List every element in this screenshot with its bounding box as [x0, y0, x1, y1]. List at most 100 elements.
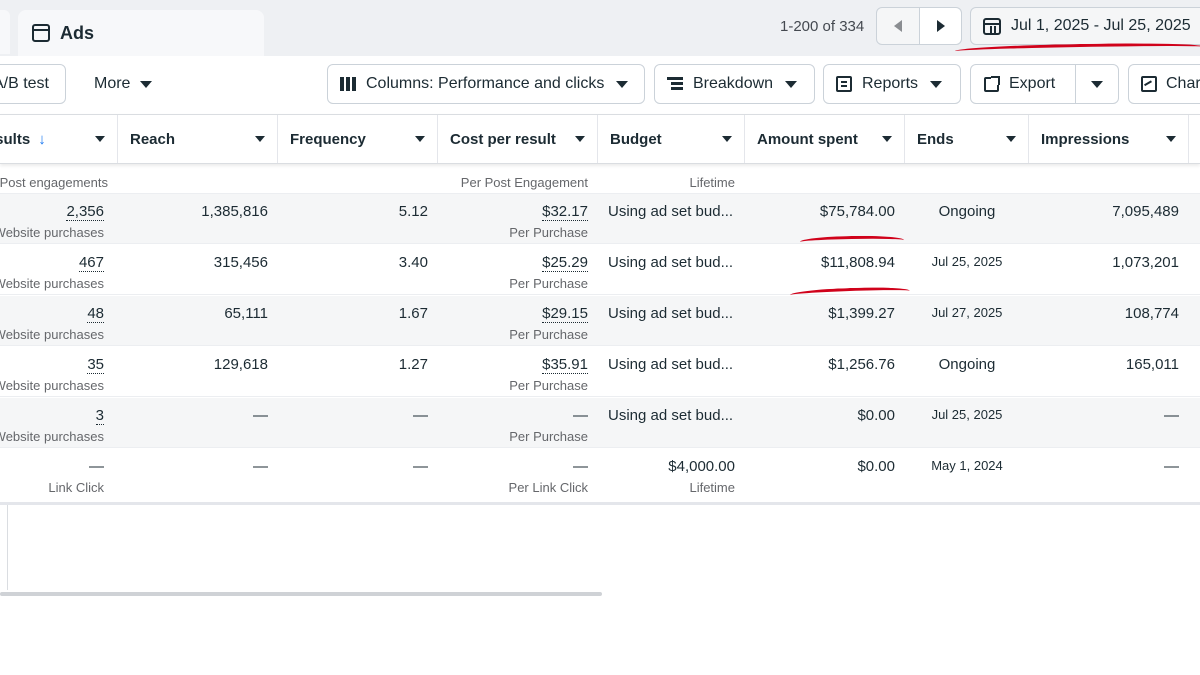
chevron-down-icon[interactable] [575, 136, 585, 142]
chevron-down-icon[interactable] [1166, 136, 1176, 142]
chevron-down-icon[interactable] [255, 136, 265, 142]
cell-cost-per-result: $25.29 Per Purchase [438, 245, 598, 295]
cost-subtext: Per Purchase [509, 429, 588, 444]
results-value[interactable]: 48 [87, 305, 104, 323]
cell-frequency: — [278, 398, 438, 448]
chevron-down-icon[interactable] [415, 136, 425, 142]
chevron-down-icon[interactable] [1006, 136, 1016, 142]
previous-page-button[interactable] [877, 8, 919, 44]
cost-value[interactable]: $25.29 [542, 254, 588, 272]
chevron-down-icon[interactable] [95, 136, 105, 142]
results-subtext: Website purchases [0, 276, 104, 291]
cell-ends: Jul 25, 2025 [905, 245, 1029, 295]
amount-spent-value: $1,399.27 [828, 305, 895, 322]
results-value[interactable]: 2,356 [66, 203, 104, 221]
calendar-icon [983, 17, 1001, 35]
reach-value: 1,385,816 [201, 203, 268, 220]
cost-value: — [573, 407, 588, 424]
impressions-value: 1,073,201 [1112, 254, 1179, 271]
export-dropdown-button[interactable] [1076, 65, 1118, 103]
columns-button[interactable]: Columns: Performance and clicks [327, 64, 645, 104]
horizontal-scrollbar[interactable] [0, 592, 602, 596]
previous-tab-edge[interactable] [0, 10, 10, 54]
sort-descending-icon: ↓ [38, 130, 46, 148]
budget-value[interactable]: Using ad set bud... [608, 356, 733, 373]
reach-value: — [253, 407, 268, 424]
table-row[interactable]: 35 Website purchases 129,618 1.27 $35.91… [0, 347, 1200, 397]
column-header-budget[interactable]: Budget [598, 115, 745, 163]
chevron-down-icon[interactable] [722, 136, 732, 142]
cost-subtext: Per Post Engagement [460, 175, 588, 190]
cell-budget: Using ad set bud... [598, 194, 745, 244]
cost-value[interactable]: $32.17 [542, 203, 588, 221]
chevron-left-icon [894, 20, 902, 32]
cell-reach: 129,618 [118, 347, 278, 397]
chevron-down-icon [930, 80, 943, 88]
reports-button[interactable]: Reports [823, 64, 961, 104]
table-row[interactable]: 3 Website purchases — — — Per Purchase U… [0, 398, 1200, 448]
table-row[interactable]: 2,356 Website purchases 1,385,816 5.12 $… [0, 194, 1200, 244]
cell-amount-spent: $0.00 [745, 449, 905, 499]
budget-value[interactable]: Using ad set bud... [608, 203, 733, 220]
budget-value[interactable]: Using ad set bud... [608, 254, 733, 271]
cell-results: 3 Website purchases [0, 398, 114, 448]
cell-results: — Link Click [0, 449, 114, 499]
cell-budget: Using ad set bud... [598, 296, 745, 346]
reach-value: — [253, 458, 268, 475]
cell-frequency: 5.12 [278, 194, 438, 244]
frequency-value: 1.27 [398, 356, 428, 373]
cell-amount-spent: $1,399.27 [745, 296, 905, 346]
column-header-impressions[interactable]: Impressions [1029, 115, 1189, 163]
charts-button[interactable]: Charts [1128, 64, 1200, 104]
results-value[interactable]: 467 [78, 254, 104, 272]
column-header-label: Cost per result [450, 130, 556, 148]
tab-ads[interactable]: Ads [18, 10, 264, 56]
cell-ends: Ongoing [905, 347, 1029, 397]
cost-value[interactable]: $29.15 [542, 305, 588, 323]
amount-spent-value: $11,808.94 [821, 254, 895, 271]
table-row[interactable]: 467 Website purchases 315,456 3.40 $25.2… [0, 245, 1200, 295]
cost-value[interactable]: $35.91 [542, 356, 588, 374]
results-value[interactable]: 3 [95, 407, 104, 425]
reach-value: 315,456 [213, 254, 268, 271]
column-header-results[interactable]: Results ↓ [0, 115, 118, 163]
results-value[interactable]: 35 [87, 356, 104, 374]
budget-subtext: Lifetime [689, 175, 735, 190]
budget-value[interactable]: Using ad set bud... [608, 407, 733, 424]
cell-frequency: 1.27 [278, 347, 438, 397]
cell-results: 48 Website purchases [0, 296, 114, 346]
breakdown-button[interactable]: Breakdown [654, 64, 815, 104]
ads-icon [32, 24, 50, 42]
budget-value[interactable]: Using ad set bud... [608, 305, 733, 322]
cell-cost-per-result: — Per Link Click [438, 449, 598, 499]
table-row[interactable]: 48 Website purchases 65,111 1.67 $29.15 … [0, 296, 1200, 346]
tab-ads-label: Ads [60, 22, 95, 43]
budget-value[interactable]: $4,000.00 [668, 458, 735, 475]
export-button[interactable]: Export [971, 65, 1077, 103]
column-header-reach[interactable]: Reach [118, 115, 278, 163]
toolbar: A/B test More Columns: Performance and c… [0, 56, 1200, 114]
more-button[interactable]: More [80, 64, 170, 104]
next-page-button[interactable] [919, 8, 961, 44]
ends-value: Jul 27, 2025 [931, 305, 1003, 320]
cell-impressions: 108,774 [1029, 296, 1189, 346]
more-label: More [94, 75, 131, 92]
date-range-picker[interactable]: Jul 1, 2025 - Jul 25, 2025 [970, 7, 1200, 45]
column-header-label: Frequency [290, 130, 366, 148]
columns-label: Columns: Performance and clicks [366, 75, 605, 92]
table-row[interactable]: — Link Click — — — Per Link Click $4,000… [0, 449, 1200, 499]
chevron-down-icon[interactable] [882, 136, 892, 142]
ab-test-button[interactable]: A/B test [0, 64, 66, 104]
reports-label: Reports [862, 75, 919, 92]
cell-ends: Ongoing [905, 194, 1029, 244]
results-subtext: Post engagements [0, 175, 108, 190]
column-header-ends[interactable]: Ends [905, 115, 1029, 163]
impressions-value: 108,774 [1124, 305, 1179, 322]
chevron-down-icon [616, 80, 629, 88]
export-button-group: Export [970, 64, 1119, 104]
column-header-cost-per-result[interactable]: Cost per result [438, 115, 598, 163]
frequency-value: 1.67 [398, 305, 428, 322]
reach-value: 65,111 [224, 305, 268, 322]
column-header-amount-spent[interactable]: Amount spent [745, 115, 905, 163]
column-header-frequency[interactable]: Frequency [278, 115, 438, 163]
